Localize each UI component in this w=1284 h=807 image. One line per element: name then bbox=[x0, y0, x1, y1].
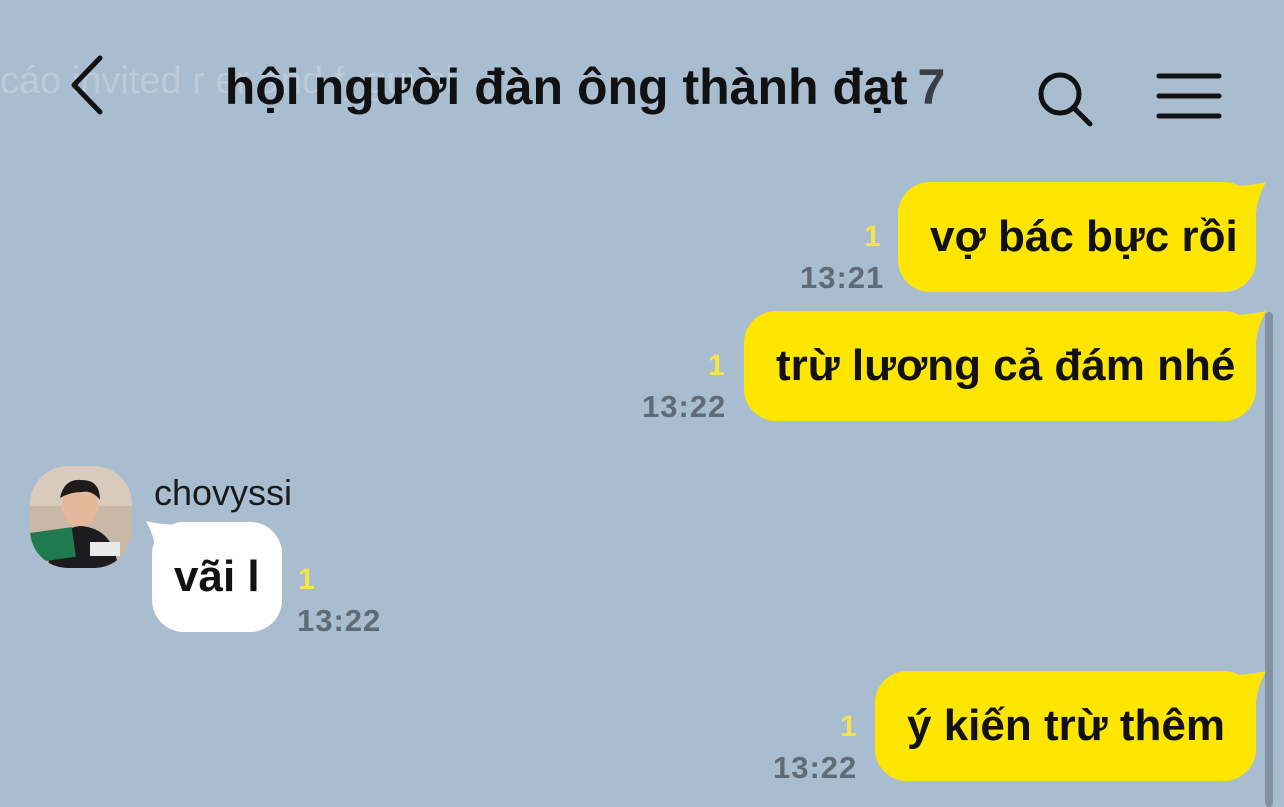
scrollbar[interactable] bbox=[1265, 312, 1273, 807]
message-time: 13:22 bbox=[297, 603, 382, 638]
message-bubble[interactable]: ý kiến trừ thêm bbox=[875, 671, 1256, 781]
chat-title: hội người đàn ông thành đạt 7 bbox=[0, 58, 1170, 116]
unread-count: 1 bbox=[840, 710, 857, 743]
chat-title-text: hội người đàn ông thành đạt bbox=[224, 59, 908, 115]
chat-header: hội người đàn ông thành đạt 7 bbox=[0, 0, 1284, 170]
hamburger-menu-icon[interactable] bbox=[1156, 70, 1222, 122]
message-time: 13:22 bbox=[773, 750, 858, 785]
bubble-tail bbox=[1228, 182, 1266, 212]
sender-name: chovyssi bbox=[154, 472, 293, 513]
search-icon[interactable] bbox=[1034, 68, 1096, 130]
bubble-tail bbox=[1228, 311, 1266, 341]
message-bubble[interactable]: vợ bác bực rồi bbox=[898, 182, 1256, 292]
avatar[interactable] bbox=[30, 466, 132, 568]
message-time: 13:21 bbox=[800, 260, 885, 295]
avatar-image bbox=[30, 466, 132, 568]
message-time: 13:22 bbox=[642, 389, 727, 424]
unread-count: 1 bbox=[298, 563, 315, 596]
bubble-tail bbox=[1228, 671, 1266, 701]
unread-count: 1 bbox=[708, 349, 725, 382]
message-bubble[interactable]: vãi l bbox=[152, 522, 282, 632]
member-count: 7 bbox=[917, 59, 946, 115]
message-bubble[interactable]: trừ lương cả đám nhé bbox=[744, 311, 1256, 421]
unread-count: 1 bbox=[864, 220, 881, 253]
